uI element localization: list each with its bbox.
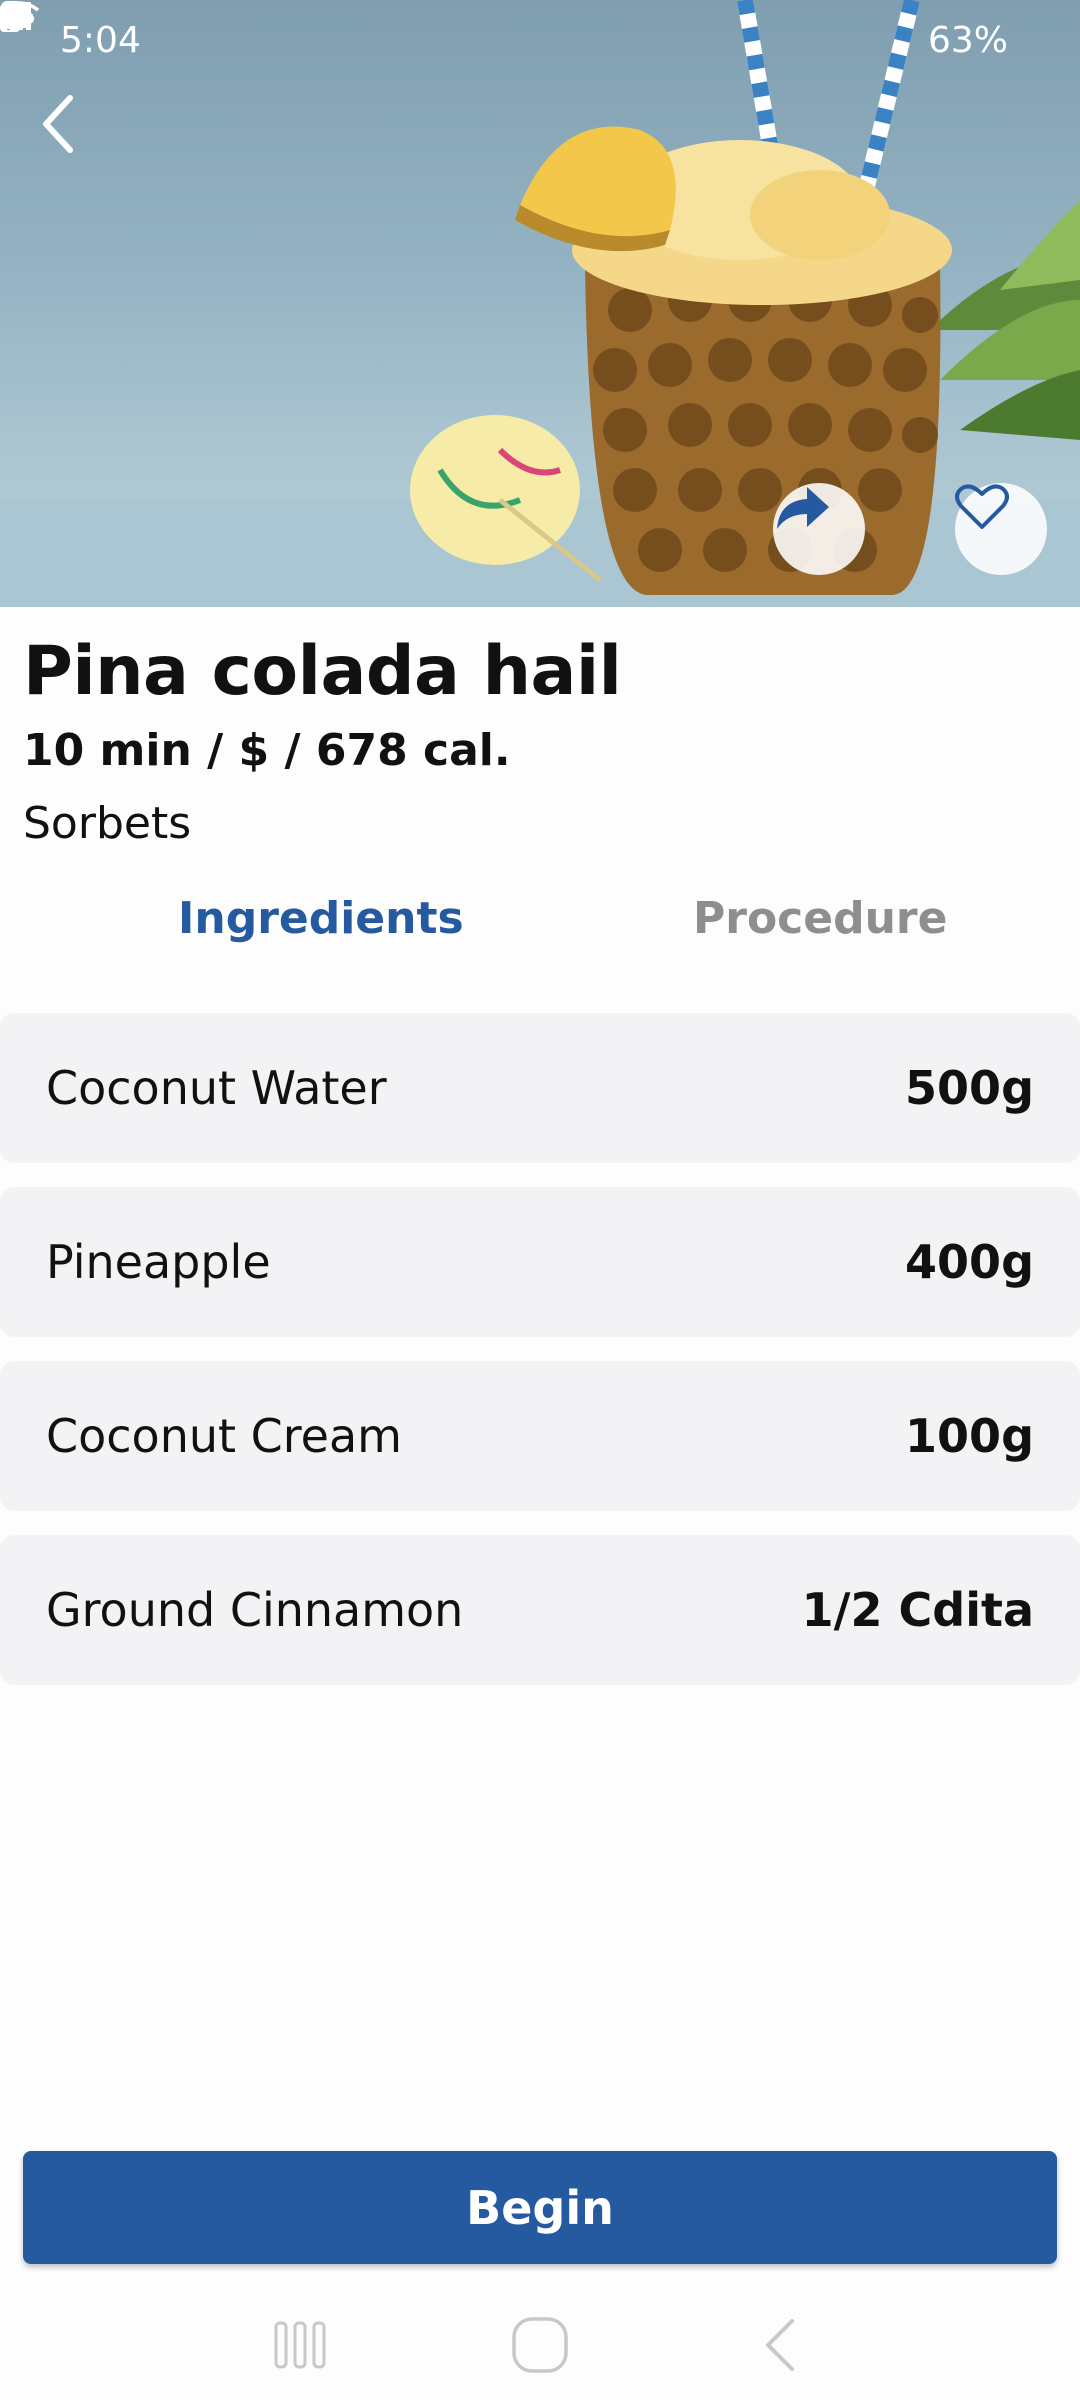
share-arrow-icon bbox=[777, 487, 829, 529]
recents-icon bbox=[274, 2321, 326, 2369]
heart-icon bbox=[955, 484, 1009, 529]
ingredient-row-pineapple: Pineapple 400g bbox=[0, 1187, 1080, 1337]
begin-button[interactable]: Begin bbox=[23, 2151, 1057, 2264]
status-time: 5:04 bbox=[60, 19, 141, 61]
recipe-title: Pina colada hail bbox=[23, 632, 622, 711]
ingredient-quantity: 400g bbox=[905, 1235, 1034, 1289]
ingredient-name: Coconut Cream bbox=[46, 1409, 402, 1463]
ingredient-quantity: 500g bbox=[905, 1061, 1034, 1115]
ingredient-quantity: 1/2 Cdita bbox=[801, 1583, 1034, 1637]
back-arrow-icon bbox=[43, 95, 73, 153]
recipe-meta: 10 min / $ / 678 cal. bbox=[23, 725, 511, 776]
home-icon bbox=[512, 2317, 568, 2373]
ingredient-quantity: 100g bbox=[905, 1409, 1034, 1463]
ingredient-name: Ground Cinnamon bbox=[46, 1583, 464, 1637]
recents-button[interactable] bbox=[260, 2305, 340, 2385]
ingredient-name: Coconut Water bbox=[46, 1061, 387, 1115]
share-button[interactable] bbox=[773, 483, 865, 575]
pineapple-sorbet-image bbox=[0, 0, 1080, 607]
favorite-button[interactable] bbox=[955, 483, 1047, 575]
ingredient-row-coconut-water: Coconut Water 500g bbox=[0, 1013, 1080, 1163]
recipe-hero-image: 5:04 63% bbox=[0, 0, 1080, 607]
system-nav-bar bbox=[0, 2290, 1080, 2400]
back-icon bbox=[766, 2319, 794, 2371]
back-button[interactable] bbox=[38, 92, 118, 172]
home-button[interactable] bbox=[500, 2305, 580, 2385]
status-bar: 5:04 63% bbox=[0, 0, 1080, 80]
nav-back-button[interactable] bbox=[740, 2305, 820, 2385]
battery-percent: 63% bbox=[927, 19, 1008, 61]
tab-procedure[interactable]: Procedure bbox=[693, 893, 947, 944]
recipe-screen: 5:04 63% Pina colada hail 10 min / $ / 6… bbox=[0, 0, 1080, 2400]
status-left: 5:04 bbox=[1, 1, 213, 61]
ingredient-row-coconut-cream: Coconut Cream 100g bbox=[0, 1361, 1080, 1511]
recipe-category: Sorbets bbox=[23, 798, 192, 849]
ingredient-name: Pineapple bbox=[46, 1235, 271, 1289]
status-right: 63% bbox=[0, 1, 1020, 61]
ingredient-row-ground-cinnamon: Ground Cinnamon 1/2 Cdita bbox=[0, 1535, 1080, 1685]
tab-ingredients[interactable]: Ingredients bbox=[178, 893, 464, 944]
